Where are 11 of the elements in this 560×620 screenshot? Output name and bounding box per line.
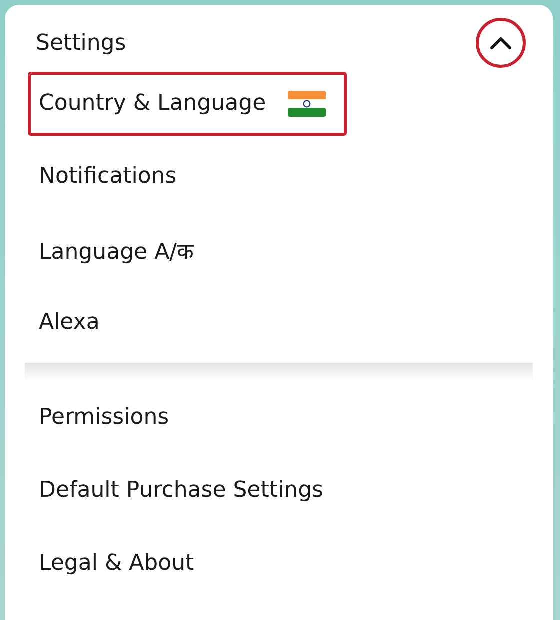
menu-item[interactable]: Language A/क: [28, 218, 216, 282]
chevron-icon: [490, 36, 512, 50]
menu-item[interactable]: Permissions: [28, 386, 190, 450]
section-title: Settings: [36, 30, 126, 56]
menu-item[interactable]: Country & Language: [28, 72, 348, 136]
menu-item[interactable]: Notifications: [28, 144, 198, 208]
flag-icon: [288, 90, 326, 116]
menu-item[interactable]: Alexa: [28, 290, 121, 354]
menu-item[interactable]: Default Purchase Settings: [28, 458, 345, 522]
menu-item[interactable]: Legal & About: [28, 532, 216, 596]
collapse-button[interactable]: [476, 18, 526, 68]
